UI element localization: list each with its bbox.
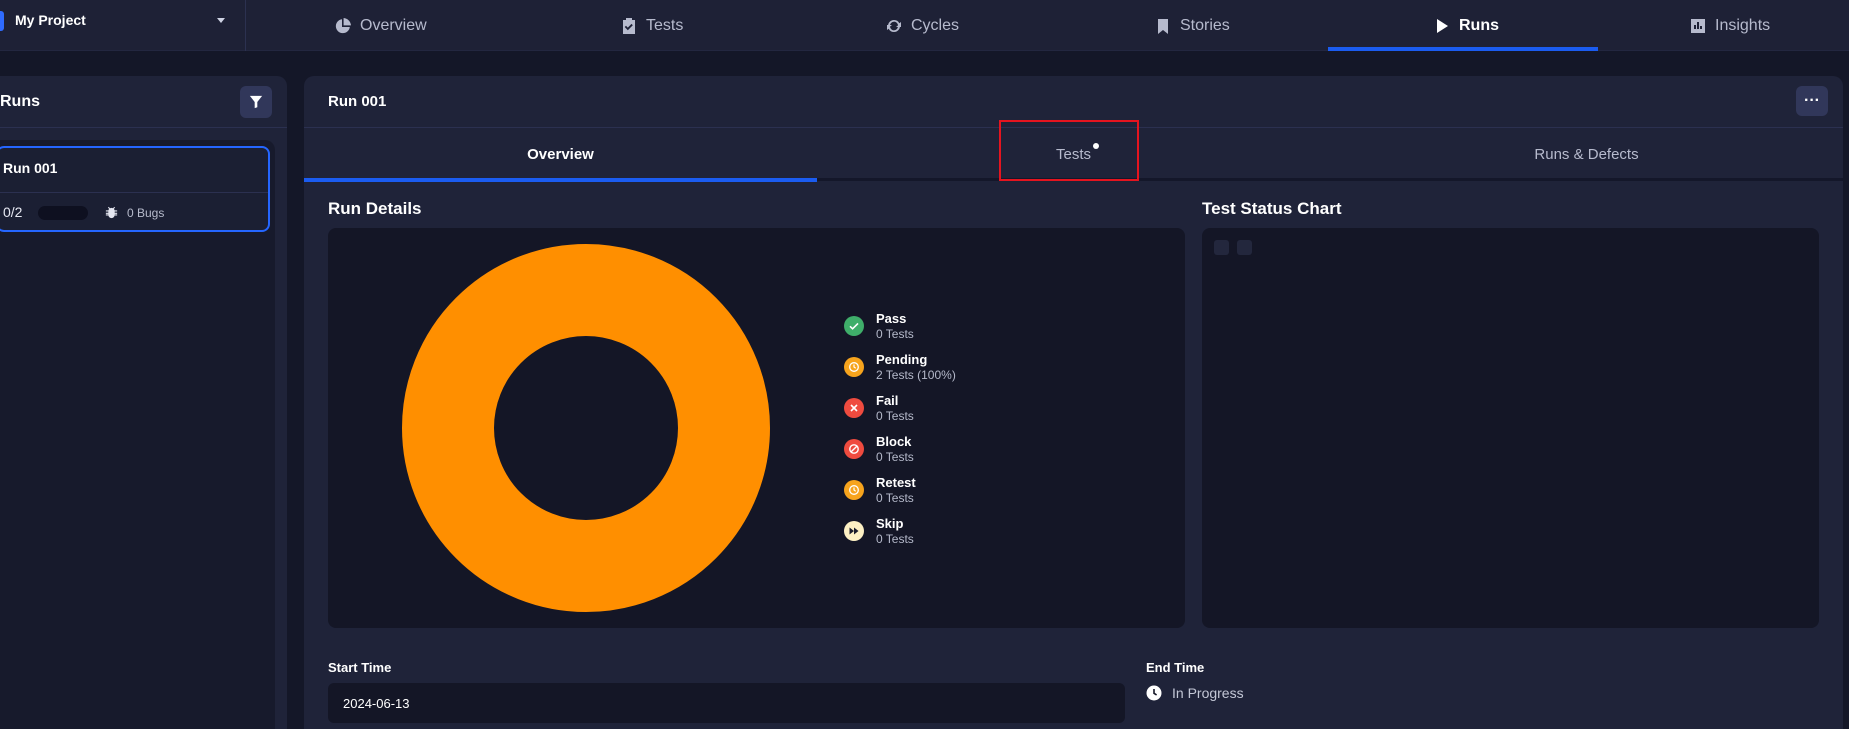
play-icon — [1437, 18, 1448, 33]
runs-panel-title: Runs — [0, 93, 40, 110]
run-details-title: Run Details — [328, 199, 422, 218]
legend-count: 0 Tests — [876, 450, 914, 464]
cycle-icon — [887, 19, 901, 32]
active-tab-underline — [304, 178, 817, 182]
run-list-item[interactable]: Run 001 0/2 0 Bugs — [0, 146, 270, 232]
run-detail-panel: Run 001 ··· Overview Tests Runs & Defect… — [304, 76, 1843, 729]
run-progress-bar — [38, 206, 88, 220]
legend-count: 0 Tests — [876, 409, 914, 423]
project-color-marker — [0, 11, 4, 31]
end-time-label: End Time — [1146, 660, 1205, 675]
test-status-chart-title: Test Status Chart — [1202, 199, 1342, 218]
tab-runs-defects[interactable]: Runs & Defects — [1330, 128, 1843, 181]
legend-count: 0 Tests — [876, 491, 914, 505]
legend-name: Skip — [876, 516, 904, 531]
nav-tab-label: Insights — [1715, 16, 1771, 34]
fast-forward-icon — [844, 521, 864, 541]
test-status-chart-card — [1202, 228, 1819, 628]
check-icon — [844, 316, 864, 336]
active-nav-underline — [1328, 47, 1598, 51]
pie-chart-icon — [335, 17, 351, 33]
more-options-button[interactable]: ··· — [1796, 86, 1828, 116]
chart-icon — [1691, 18, 1705, 33]
start-time-label: Start Time — [328, 660, 392, 675]
clock-icon — [844, 357, 864, 377]
nav-tab-label: Stories — [1180, 16, 1230, 34]
nav-tab-overview[interactable]: Overview — [335, 0, 427, 51]
legend-count: 0 Tests — [876, 532, 914, 546]
more-icon: ··· — [1804, 92, 1820, 109]
run-item-title: Run 001 — [3, 160, 58, 176]
nav-tab-runs[interactable]: Runs — [1434, 0, 1499, 51]
tab-indicator-dot — [1093, 143, 1099, 149]
legend-name: Pass — [876, 311, 907, 326]
project-name: My Project — [15, 12, 86, 28]
loading-placeholder — [1237, 240, 1252, 255]
end-time-status: In Progress — [1146, 685, 1244, 701]
tab-track — [817, 178, 1843, 181]
nav-tab-tests[interactable]: Tests — [621, 0, 683, 51]
bug-icon — [105, 206, 118, 219]
tab-overview[interactable]: Overview — [304, 128, 817, 181]
legend-name: Block — [876, 434, 912, 449]
clock-icon — [844, 480, 864, 500]
status-donut-chart — [402, 244, 770, 612]
end-time-value: In Progress — [1172, 685, 1244, 701]
tab-label: Tests — [1055, 146, 1091, 163]
divider — [0, 192, 268, 193]
clipboard-check-icon — [623, 17, 635, 34]
run-details-card: Pass 0 Tests Pending 2 Tests (100%) Fail… — [328, 228, 1185, 628]
start-time-input[interactable] — [328, 683, 1125, 723]
legend-count: 0 Tests — [876, 327, 914, 341]
tab-tests[interactable]: Tests — [817, 128, 1330, 181]
divider — [0, 127, 287, 128]
nav-tab-label: Runs — [1459, 16, 1499, 34]
block-icon — [844, 439, 864, 459]
run-title: Run 001 — [328, 93, 387, 110]
nav-tab-stories[interactable]: Stories — [1155, 0, 1230, 51]
legend-name: Retest — [876, 475, 916, 490]
bookmark-icon — [1158, 18, 1168, 34]
nav-tab-label: Cycles — [911, 16, 960, 34]
run-item-bugs: 0 Bugs — [127, 206, 165, 220]
x-icon — [844, 398, 864, 418]
nav-tab-label: Overview — [360, 16, 427, 34]
top-navigation: My Project Overview Tests Cycles Stories… — [0, 0, 1849, 51]
nav-tab-cycles[interactable]: Cycles — [886, 0, 959, 51]
project-selector[interactable]: My Project — [0, 0, 246, 51]
tab-label: Overview — [527, 146, 594, 163]
legend-count: 2 Tests (100%) — [876, 368, 956, 382]
nav-tab-insights[interactable]: Insights — [1690, 0, 1770, 51]
filter-button[interactable] — [240, 86, 272, 118]
donut-segment-pending — [402, 244, 770, 612]
run-item-count: 0/2 — [3, 204, 23, 220]
caret-down-icon — [217, 18, 225, 23]
filter-icon — [249, 95, 263, 109]
loading-placeholder — [1214, 240, 1229, 255]
legend-name: Fail — [876, 393, 899, 408]
legend-name: Pending — [876, 352, 928, 367]
nav-tab-label: Tests — [646, 16, 684, 34]
clock-icon — [1146, 685, 1162, 701]
tab-label: Runs & Defects — [1534, 146, 1639, 163]
